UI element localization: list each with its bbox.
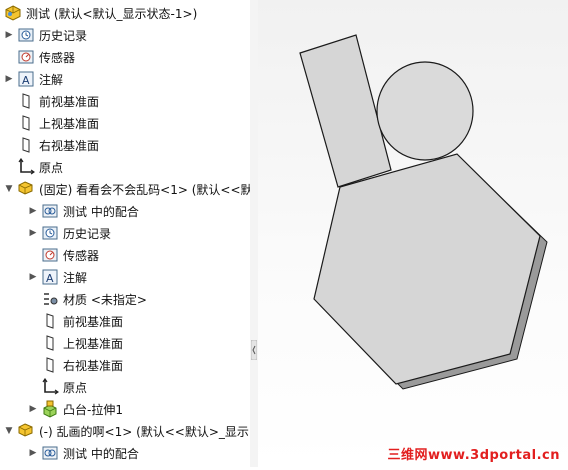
annotation-icon: A — [17, 70, 35, 88]
tree-item[interactable]: 原点 — [4, 156, 63, 178]
component-icon — [17, 422, 35, 440]
tree-item[interactable]: 上视基准面 — [28, 332, 123, 354]
tree-item-label: 注解 — [39, 72, 64, 87]
expand-arrow-icon[interactable]: ▶ — [28, 448, 38, 458]
tree-item-label: 传感器 — [63, 248, 100, 263]
tree-item-label: 右视基准面 — [63, 358, 124, 373]
tree-item-label: 注解 — [63, 270, 88, 285]
collapse-arrow-icon[interactable]: ▼ — [4, 426, 14, 436]
tree-root[interactable]: 测试 (默认<默认_显示状态-1>) — [4, 2, 197, 24]
circle-shape[interactable] — [376, 61, 474, 161]
expand-arrow-icon[interactable]: ▶ — [28, 404, 38, 414]
origin-icon — [17, 158, 35, 176]
expand-arrow-icon[interactable]: ▶ — [28, 272, 38, 282]
arrow-spacer — [28, 250, 38, 260]
tree-item-label: 上视基准面 — [63, 336, 124, 351]
expand-arrow-icon[interactable]: ▶ — [4, 74, 14, 84]
tree-item-label: (-) 乱画的啊<1> (默认<<默认>_显示 — [39, 424, 249, 439]
tree-item[interactable]: 上视基准面 — [4, 112, 99, 134]
svg-text:A: A — [22, 74, 30, 87]
history-icon — [41, 224, 59, 242]
tree-item[interactable]: 材质 <未指定> — [28, 288, 147, 310]
expand-arrow-icon[interactable]: ▶ — [28, 206, 38, 216]
plane-icon — [17, 92, 35, 110]
arrow-spacer — [28, 294, 38, 304]
tree-item-label: 前视基准面 — [39, 94, 100, 109]
tree-item-label: 传感器 — [39, 50, 76, 65]
tree-item-label: 凸台-拉伸1 — [63, 402, 123, 417]
tree-item-label: 测试 中的配合 — [63, 204, 139, 219]
panel-splitter[interactable] — [250, 0, 258, 467]
watermark: 三维网www.3dportal.cn — [387, 448, 560, 463]
tree-item-label: (固定) 看看会不会乱码<1> (默认<<默 — [39, 182, 251, 197]
arrow-spacer — [4, 118, 14, 128]
tree-item-label: 测试 中的配合 — [63, 446, 139, 461]
tree-item[interactable]: ▶ 历史记录 — [4, 24, 87, 46]
tree-item[interactable]: 右视基准面 — [28, 354, 123, 376]
plane-icon — [41, 312, 59, 330]
annotation-icon: A — [41, 268, 59, 286]
tree-item[interactable]: 原点 — [28, 376, 87, 398]
tree-item[interactable]: ▶ 测试 中的配合 — [28, 442, 139, 464]
splitter-grip-icon[interactable] — [250, 339, 258, 361]
sensor-icon — [41, 246, 59, 264]
hexagon-shape[interactable] — [313, 153, 541, 385]
arrow-spacer — [28, 316, 38, 326]
tree-item-label: 上视基准面 — [39, 116, 100, 131]
tree-item-label: 原点 — [39, 160, 64, 175]
plane-icon — [41, 356, 59, 374]
tree-item-label: 材质 <未指定> — [63, 292, 147, 307]
extrude-icon — [41, 400, 59, 418]
tree-item[interactable]: ▶ 凸台-拉伸1 — [28, 398, 123, 420]
arrow-spacer — [4, 96, 14, 106]
tree-item[interactable]: ▼ (-) 乱画的啊<1> (默认<<默认>_显示 — [4, 420, 249, 442]
arrow-spacer — [28, 338, 38, 348]
tree-item-label: 历史记录 — [39, 28, 88, 43]
history-icon — [17, 26, 35, 44]
tree-item[interactable]: 传感器 — [4, 46, 75, 68]
tree-item[interactable]: ▶ A 注解 — [28, 266, 87, 288]
part-icon — [4, 4, 22, 22]
expand-arrow-icon[interactable]: ▶ — [28, 228, 38, 238]
component-icon — [17, 180, 35, 198]
arrow-spacer — [28, 382, 38, 392]
arrow-spacer — [4, 140, 14, 150]
mates-icon — [41, 444, 59, 462]
arrow-spacer — [4, 52, 14, 62]
expand-arrow-icon[interactable]: ▶ — [4, 30, 14, 40]
tree-item[interactable]: ▶ 测试 中的配合 — [28, 200, 139, 222]
tree-item[interactable]: 前视基准面 — [28, 310, 123, 332]
origin-icon — [41, 378, 59, 396]
arrow-spacer — [28, 360, 38, 370]
tree-item[interactable]: 传感器 — [28, 244, 99, 266]
tree-item-label: 原点 — [63, 380, 88, 395]
tree-item[interactable]: ▼ (固定) 看看会不会乱码<1> (默认<<默 — [4, 178, 251, 200]
plane-icon — [41, 334, 59, 352]
tree-item-label: 前视基准面 — [63, 314, 124, 329]
arrow-spacer — [4, 162, 14, 172]
graphics-viewport[interactable]: 三维网www.3dportal.cn — [258, 0, 568, 467]
tree-item[interactable]: 前视基准面 — [4, 90, 99, 112]
tree-root-label: 测试 (默认<默认_显示状态-1>) — [26, 6, 198, 21]
tree-item-label: 历史记录 — [63, 226, 112, 241]
svg-text:A: A — [46, 272, 54, 285]
tree-item[interactable]: 右视基准面 — [4, 134, 99, 156]
sensor-icon — [17, 48, 35, 66]
tree-item-label: 右视基准面 — [39, 138, 100, 153]
feature-tree[interactable]: 测试 (默认<默认_显示状态-1>) ▶ 历史记录 传感器 ▶ A 注解 前视基准面 上视基准… — [0, 0, 251, 467]
collapse-arrow-icon[interactable]: ▼ — [4, 184, 14, 194]
mates-icon — [41, 202, 59, 220]
tree-item[interactable]: ▶ A 注解 — [4, 68, 63, 90]
model-view[interactable] — [258, 0, 568, 467]
material-icon — [41, 290, 59, 308]
tree-item[interactable]: ▶ 历史记录 — [28, 222, 111, 244]
plane-icon — [17, 114, 35, 132]
plane-icon — [17, 136, 35, 154]
